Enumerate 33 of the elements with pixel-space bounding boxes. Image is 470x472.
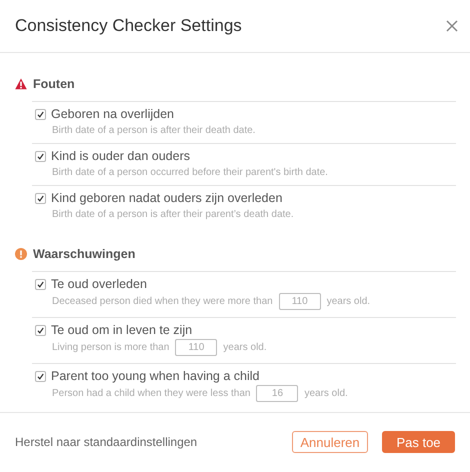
checkbox[interactable] [35, 151, 46, 162]
rule-label: Geboren na overlijden [51, 107, 174, 122]
reset-link[interactable]: Herstel naar standaardinstellingen [15, 435, 278, 449]
unit-label: years old. [223, 341, 267, 355]
rule-description: Birth date of a person occurred before their parent's birth date. [52, 166, 328, 180]
rule-description: Living person is more than [52, 341, 170, 355]
checkbox[interactable] [35, 325, 46, 336]
unit-label: years old. [304, 387, 348, 401]
checkbox[interactable] [35, 109, 46, 120]
rule-description: Person had a child when they were less than [52, 387, 250, 401]
dialog-title: Consistency Checker Settings [15, 16, 242, 36]
rule-description: Birth date of a person is after their parent’s death date. [52, 208, 294, 222]
cancel-button[interactable]: Annuleren [292, 431, 368, 453]
exclamation-circle-icon [15, 248, 27, 260]
age-input-field[interactable]: 16 [256, 385, 298, 402]
apply-button[interactable]: Pas toe [382, 431, 455, 453]
checkbox[interactable] [35, 371, 46, 382]
rule-label: Parent too young when having a child [51, 369, 260, 384]
checkbox[interactable] [35, 193, 46, 204]
rule-label: Te oud overleden [51, 277, 147, 292]
rule-description: Deceased person died when they were more than [52, 295, 273, 309]
rule-description: Birth date of a person is after their death date. [52, 124, 256, 138]
section-heading: Waarschuwingen [33, 247, 136, 261]
age-input-field[interactable]: 110 [175, 339, 218, 356]
rule-label: Kind geboren nadat ouders zijn overleden [51, 191, 282, 206]
close-icon[interactable] [446, 20, 458, 32]
warning-triangle-icon [15, 78, 27, 90]
rule-label: Kind is ouder dan ouders [51, 149, 190, 164]
section-heading: Fouten [33, 77, 75, 91]
unit-label: years old. [326, 295, 370, 309]
rule-label: Te oud om in leven te zijn [51, 323, 192, 338]
age-input-field[interactable]: 110 [278, 293, 321, 310]
checkbox[interactable] [35, 279, 46, 290]
